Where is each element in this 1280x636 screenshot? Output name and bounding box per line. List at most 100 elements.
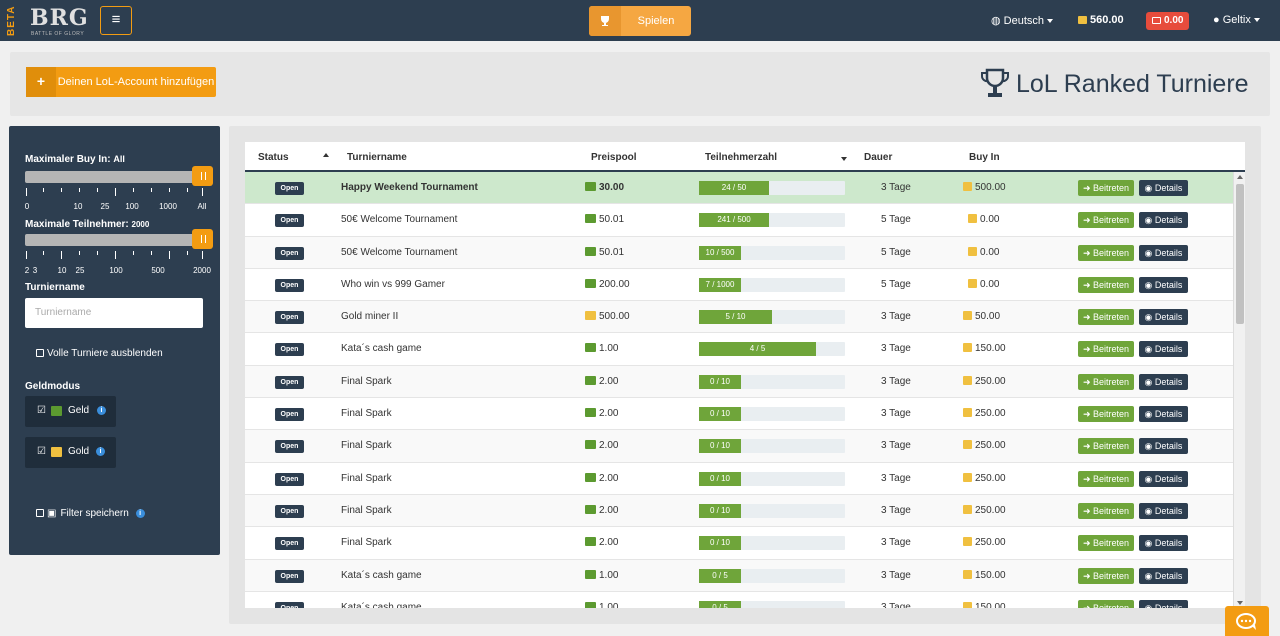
table-row[interactable]: Open Kata´s cash game 1.00 0 / 5 3 Tage 150.0…: [245, 591, 1233, 608]
col-status[interactable]: Status: [258, 152, 289, 163]
details-button[interactable]: ◉ Details: [1139, 406, 1188, 423]
checkbox-checked-icon[interactable]: ☑: [37, 405, 46, 416]
table-row[interactable]: Open Kata´s cash game 1.00 0 / 5 3 Tage 150.0…: [245, 559, 1233, 592]
join-button[interactable]: ➜ Beitreten: [1078, 470, 1134, 487]
slider-handle[interactable]: [192, 229, 213, 249]
info-icon[interactable]: i: [97, 406, 106, 415]
table-row[interactable]: Open Final Spark 2.00 0 / 10 3 Tage 250.00 ➜ B…: [245, 494, 1233, 528]
details-button[interactable]: ◉ Details: [1139, 309, 1188, 326]
join-button[interactable]: ➜ Beitreten: [1078, 373, 1134, 390]
info-icon[interactable]: i: [96, 447, 105, 456]
status-badge: Open: [275, 375, 304, 389]
join-button[interactable]: ➜ Beitreten: [1078, 212, 1134, 229]
details-button[interactable]: ◉ Details: [1139, 180, 1188, 196]
table-scrollbar[interactable]: [1233, 172, 1245, 608]
tournament-name-input[interactable]: Turniername: [25, 298, 203, 328]
tournament-name[interactable]: Final Spark: [341, 440, 392, 451]
join-button[interactable]: ➜ Beitreten: [1078, 599, 1134, 608]
tournament-name[interactable]: Kata´s cash game: [341, 570, 422, 581]
tournament-name[interactable]: Final Spark: [341, 408, 392, 419]
join-button[interactable]: ➜ Beitreten: [1078, 502, 1134, 519]
status-badge: Open: [275, 214, 304, 228]
status-badge: Open: [275, 408, 304, 422]
join-button[interactable]: ➜ Beitreten: [1078, 276, 1134, 293]
details-button[interactable]: ◉ Details: [1139, 244, 1188, 261]
details-button[interactable]: ◉ Details: [1139, 599, 1188, 608]
table-row[interactable]: Open Happy Weekend Tournament 30.00 24 / 50…: [245, 172, 1233, 205]
checkbox[interactable]: [36, 509, 44, 518]
checkbox-checked-icon[interactable]: ☑: [37, 446, 46, 457]
duration: 3 Tage: [881, 343, 911, 355]
join-button[interactable]: ➜ Beitreten: [1078, 341, 1134, 358]
join-button[interactable]: ➜ Beitreten: [1078, 180, 1134, 196]
max-players-slider[interactable]: [25, 229, 213, 249]
scroll-up-icon[interactable]: [1237, 175, 1243, 179]
info-icon[interactable]: i: [135, 508, 145, 518]
details-button[interactable]: ◉ Details: [1139, 212, 1188, 229]
table-row[interactable]: Open Final Spark 2.00 0 / 10 3 Tage 250.00 ➜ B…: [245, 527, 1233, 560]
add-lol-account-button[interactable]: + Deinen LoL-Account hinzufügen: [26, 67, 216, 97]
col-duration[interactable]: Dauer: [864, 152, 892, 163]
user-dropdown[interactable]: ● Geltix: [1213, 14, 1260, 26]
tournament-name[interactable]: 50€ Welcome Tournament: [341, 214, 457, 225]
col-players[interactable]: Teilnehmerzahl: [705, 152, 777, 163]
details-button[interactable]: ◉ Details: [1139, 567, 1188, 584]
table-row[interactable]: Open Final Spark 2.00 0 / 10 3 Tage 250.00 ➜ B…: [245, 398, 1233, 431]
tournament-name[interactable]: 50€ Welcome Tournament: [341, 247, 457, 258]
tournament-name[interactable]: Final Spark: [341, 376, 392, 387]
col-prize[interactable]: Preispool: [591, 152, 637, 163]
menu-toggle-button[interactable]: ≡: [100, 6, 132, 35]
col-buyin[interactable]: Buy In: [969, 152, 1000, 163]
details-button[interactable]: ◉ Details: [1139, 276, 1188, 293]
join-button[interactable]: ➜ Beitreten: [1078, 567, 1134, 584]
tournament-name[interactable]: Kata´s cash game: [341, 602, 422, 608]
prize-value: 2.00: [599, 440, 619, 452]
prize-pool: 1.00: [585, 601, 618, 608]
table-row[interactable]: Open Final Spark 2.00 0 / 10 3 Tage 250.00 ➜ B…: [245, 462, 1233, 495]
chat-button[interactable]: [1225, 606, 1269, 636]
details-button[interactable]: ◉ Details: [1139, 373, 1188, 390]
table-row[interactable]: Open Final Spark 2.00 0 / 10 3 Tage 250.00 ➜ B…: [245, 365, 1233, 399]
join-button[interactable]: ➜ Beitreten: [1078, 309, 1134, 326]
join-button[interactable]: ➜ Beitreten: [1078, 535, 1134, 552]
table-row[interactable]: Open Kata´s cash game 1.00 4 / 5 3 Tage 150.0…: [245, 333, 1233, 366]
mode-money-option[interactable]: ☑ Geld i: [25, 396, 116, 427]
save-filter-toggle[interactable]: ▣ Filter speichern i: [36, 508, 145, 519]
details-button[interactable]: ◉ Details: [1139, 341, 1188, 358]
mode-gold-option[interactable]: ☑ Gold i: [25, 437, 116, 468]
max-buyin-slider[interactable]: [25, 166, 213, 186]
slider-handle[interactable]: [192, 166, 213, 186]
join-button[interactable]: ➜ Beitreten: [1078, 406, 1134, 423]
money-balance[interactable]: 0.00: [1146, 12, 1190, 30]
details-button[interactable]: ◉ Details: [1139, 470, 1188, 487]
tournament-name[interactable]: Kata´s cash game: [341, 343, 422, 354]
details-button[interactable]: ◉ Details: [1139, 535, 1188, 552]
tournament-name[interactable]: Final Spark: [341, 473, 392, 484]
join-button[interactable]: ➜ Beitreten: [1078, 438, 1134, 455]
tournament-name[interactable]: Final Spark: [341, 505, 392, 516]
scroll-down-icon[interactable]: [1237, 601, 1243, 605]
tournament-name[interactable]: Who win vs 999 Gamer: [341, 279, 445, 290]
table-row[interactable]: Open Who win vs 999 Gamer 200.00 7 / 1000 5 …: [245, 268, 1233, 302]
eye-icon: ◉: [1144, 505, 1153, 516]
table-row[interactable]: Open 50€ Welcome Tournament 50.01 10 / 500 5…: [245, 236, 1233, 269]
scrollbar-thumb[interactable]: [1236, 184, 1244, 324]
checkbox[interactable]: [36, 349, 44, 358]
details-button[interactable]: ◉ Details: [1139, 438, 1188, 455]
tournament-name[interactable]: Final Spark: [341, 537, 392, 548]
join-button[interactable]: ➜ Beitreten: [1078, 244, 1134, 261]
site-logo[interactable]: BRG BATTLE OF GLORY: [30, 5, 94, 37]
prize-value: 50.01: [599, 214, 625, 226]
hide-full-toggle[interactable]: Volle Turniere ausblenden: [36, 348, 163, 359]
details-label: Details: [1154, 602, 1183, 608]
gold-balance[interactable]: 560.00: [1078, 14, 1124, 26]
table-row[interactable]: Open 50€ Welcome Tournament 50.01 241 / 500…: [245, 204, 1233, 237]
language-dropdown[interactable]: ◍ Deutsch: [991, 14, 1054, 27]
details-button[interactable]: ◉ Details: [1139, 502, 1188, 519]
col-name[interactable]: Turniername: [347, 152, 407, 163]
tournament-name[interactable]: Happy Weekend Tournament: [341, 182, 478, 193]
table-row[interactable]: Open Gold miner II 500.00 5 / 10 3 Tage 50.00…: [245, 301, 1233, 334]
table-row[interactable]: Open Final Spark 2.00 0 / 10 3 Tage 250.00 ➜ B…: [245, 430, 1233, 463]
tournament-name[interactable]: Gold miner II: [341, 311, 398, 322]
play-button[interactable]: Spielen: [589, 6, 691, 36]
